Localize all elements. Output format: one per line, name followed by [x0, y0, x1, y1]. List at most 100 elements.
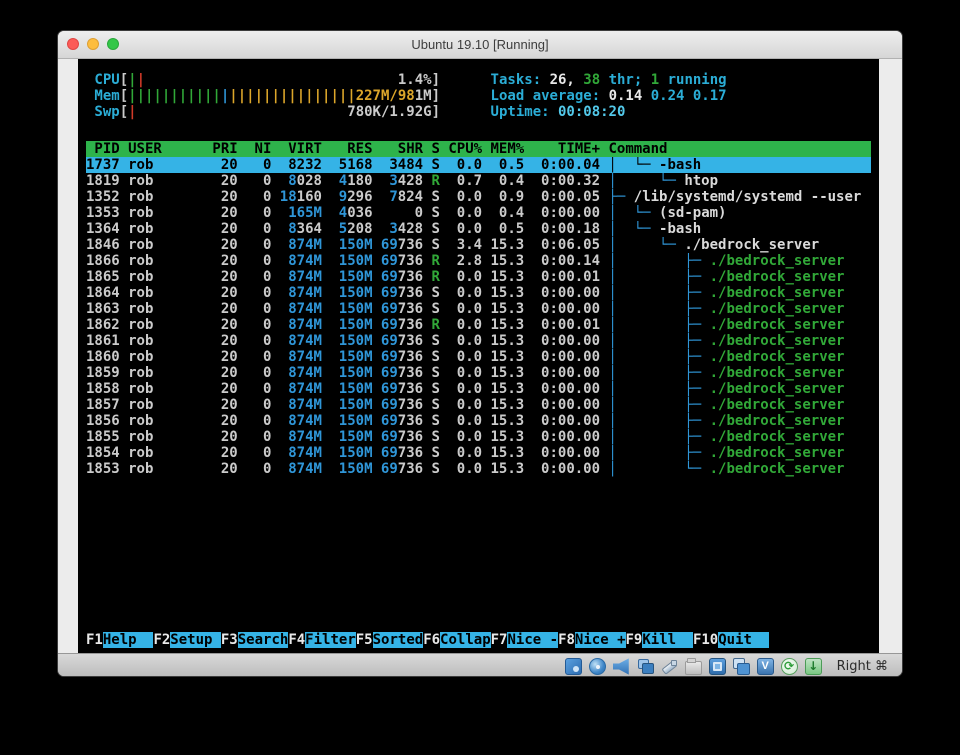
fkey-f5-sorted[interactable]: F5Sorted: [356, 632, 423, 648]
command-text: ./bedrock_server: [710, 333, 845, 349]
fkey-f1-help[interactable]: F1Help: [86, 632, 153, 648]
fkey-f2-setup[interactable]: F2Setup: [153, 632, 220, 648]
keyboard-icon[interactable]: [805, 658, 822, 675]
uptime: Uptime: 00:08:20: [491, 104, 727, 120]
column-header-ni[interactable]: NI: [238, 141, 272, 157]
process-row-1364[interactable]: 1364rob200836452083428S0.00.50:00.18│ └─…: [86, 221, 871, 237]
command-text: ./bedrock_server: [710, 301, 845, 317]
host-key-label: Right ⌘: [837, 659, 888, 674]
tree-branch: │ ├─: [608, 445, 709, 461]
shared-folders-icon[interactable]: [685, 661, 702, 675]
column-header-pid[interactable]: PID: [86, 141, 120, 157]
command-text: -bash: [659, 157, 701, 173]
tree-branch: │ └─: [608, 461, 709, 477]
process-row-1737[interactable]: 1737rob200823251683484S0.00.50:00.04│ └─…: [86, 157, 871, 173]
fkey-f10-quit[interactable]: F10Quit: [693, 632, 769, 648]
tree-branch: │ └─: [608, 205, 659, 221]
column-header-res[interactable]: RES: [322, 141, 373, 157]
process-row-1866[interactable]: 1866rob200874M150M69736R2.815.30:00.14│ …: [86, 253, 871, 269]
command-text: ./bedrock_server: [710, 413, 845, 429]
process-row-1858[interactable]: 1858rob200874M150M69736S0.015.30:00.00│ …: [86, 381, 871, 397]
htop-header: CPU[||1.4%]Mem[|||||||||||||||||||||||||…: [86, 72, 871, 120]
process-row-1860[interactable]: 1860rob200874M150M69736S0.015.30:00.00│ …: [86, 349, 871, 365]
tree-branch: │ └─: [608, 173, 684, 189]
window-title: Ubuntu 19.10 [Running]: [58, 31, 902, 58]
fkey-f8-nice[interactable]: F8Nice +: [558, 632, 625, 648]
column-header-s[interactable]: S: [423, 141, 440, 157]
tree-branch: │ └─: [608, 237, 684, 253]
command-text: ./bedrock_server: [710, 365, 845, 381]
command-text: ./bedrock_server: [710, 461, 845, 477]
process-row-1864[interactable]: 1864rob200874M150M69736S0.015.30:00.00│ …: [86, 285, 871, 301]
vm-window: Ubuntu 19.10 [Running] CPU[||1.4%]Mem[||…: [57, 30, 903, 677]
process-row-1862[interactable]: 1862rob200874M150M69736R0.015.30:00.01│ …: [86, 317, 871, 333]
column-header-command[interactable]: Command: [600, 141, 871, 157]
fkey-f7-nice[interactable]: F7Nice -: [491, 632, 558, 648]
command-text: ./bedrock_server: [710, 285, 845, 301]
process-row-1859[interactable]: 1859rob200874M150M69736S0.015.30:00.00│ …: [86, 365, 871, 381]
command-text: /lib/systemd/systemd --user: [634, 189, 862, 205]
column-header-pri[interactable]: PRI: [204, 141, 238, 157]
tree-branch: │ ├─: [608, 269, 709, 285]
tree-branch: │ ├─: [608, 301, 709, 317]
tree-branch: │ ├─: [608, 365, 709, 381]
process-row-1861[interactable]: 1861rob200874M150M69736S0.015.30:00.00│ …: [86, 333, 871, 349]
tree-branch: │ ├─: [608, 429, 709, 445]
column-header-cpu[interactable]: CPU%: [440, 141, 482, 157]
process-row-1353[interactable]: 1353rob200165M40360S0.00.40:00.00│ └─ (s…: [86, 205, 871, 221]
mouse-integration-icon[interactable]: [781, 658, 798, 675]
tree-branch: │ ├─: [608, 381, 709, 397]
fkey-f4-filter[interactable]: F4Filter: [288, 632, 355, 648]
load-average: Load average: 0.14 0.24 0.17: [491, 88, 727, 104]
command-text: (sd-pam): [659, 205, 726, 221]
command-text: -bash: [659, 221, 701, 237]
audio-icon[interactable]: [613, 658, 630, 675]
command-text: ./bedrock_server: [710, 445, 845, 461]
command-text: ./bedrock_server: [684, 237, 819, 253]
process-row-1863[interactable]: 1863rob200874M150M69736S0.015.30:00.00│ …: [86, 301, 871, 317]
process-row-1857[interactable]: 1857rob200874M150M69736S0.015.30:00.00│ …: [86, 397, 871, 413]
header-stats: Tasks: 26, 38 thr; 1 runningLoad average…: [491, 72, 727, 120]
swp-meter: Swp[|780K/1.92G]: [94, 104, 440, 120]
tree-branch: │ ├─: [608, 253, 709, 269]
column-header-virt[interactable]: VIRT: [271, 141, 322, 157]
fkey-f9-kill[interactable]: F9Kill: [626, 632, 693, 648]
process-row-1855[interactable]: 1855rob200874M150M69736S0.015.30:00.00│ …: [86, 429, 871, 445]
column-header-mem[interactable]: MEM%: [482, 141, 524, 157]
function-key-bar: F1Help F2Setup F3SearchF4FilterF5SortedF…: [86, 632, 871, 648]
fkey-f6-collap[interactable]: F6Collap: [423, 632, 490, 648]
mem-meter: Mem[|||||||||||||||||||||||||||227M/981M…: [94, 88, 440, 104]
process-row-1854[interactable]: 1854rob200874M150M69736S0.015.30:00.00│ …: [86, 445, 871, 461]
hard-disk-icon[interactable]: [565, 658, 582, 675]
usb-icon[interactable]: [661, 658, 678, 675]
vm-display-area: CPU[||1.4%]Mem[|||||||||||||||||||||||||…: [58, 59, 902, 653]
tree-branch: │ ├─: [608, 317, 709, 333]
features-icon[interactable]: [757, 658, 774, 675]
optical-disc-icon[interactable]: [589, 658, 606, 675]
table-header-row: PIDUSERPRINIVIRTRESSHRSCPU%MEM%TIME+Comm…: [86, 141, 871, 157]
meters: CPU[||1.4%]Mem[|||||||||||||||||||||||||…: [86, 72, 440, 120]
process-row-1853[interactable]: 1853rob200874M150M69736S0.015.30:00.00│ …: [86, 461, 871, 477]
fkey-f3-search[interactable]: F3Search: [221, 632, 288, 648]
process-row-1846[interactable]: 1846rob200874M150M69736S3.415.30:06.05│ …: [86, 237, 871, 253]
column-header-shr[interactable]: SHR: [373, 141, 424, 157]
process-row-1352[interactable]: 1352rob2001816092967824S0.00.90:00.05├─ …: [86, 189, 871, 205]
tree-branch: │ └─: [608, 221, 659, 237]
tree-branch: ├─: [608, 189, 633, 205]
column-header-user[interactable]: USER: [120, 141, 204, 157]
display-icon[interactable]: [709, 658, 726, 675]
column-header-time[interactable]: TIME+: [524, 141, 600, 157]
vbox-status-bar: Right ⌘: [58, 653, 902, 677]
command-text: ./bedrock_server: [710, 429, 845, 445]
command-text: htop: [684, 173, 718, 189]
command-text: ./bedrock_server: [710, 317, 845, 333]
process-row-1856[interactable]: 1856rob200874M150M69736S0.015.30:00.00│ …: [86, 413, 871, 429]
process-row-1865[interactable]: 1865rob200874M150M69736R0.015.30:00.01│ …: [86, 269, 871, 285]
window-titlebar[interactable]: Ubuntu 19.10 [Running]: [58, 31, 902, 59]
process-table-body: 1737rob200823251683484S0.00.50:00.04│ └─…: [86, 157, 871, 477]
process-row-1819[interactable]: 1819rob200802841803428R0.70.40:00.32│ └─…: [86, 173, 871, 189]
tree-branch: │ ├─: [608, 413, 709, 429]
htop-terminal: CPU[||1.4%]Mem[|||||||||||||||||||||||||…: [78, 59, 879, 653]
network-icon[interactable]: [637, 658, 654, 675]
recording-icon[interactable]: [733, 658, 750, 675]
